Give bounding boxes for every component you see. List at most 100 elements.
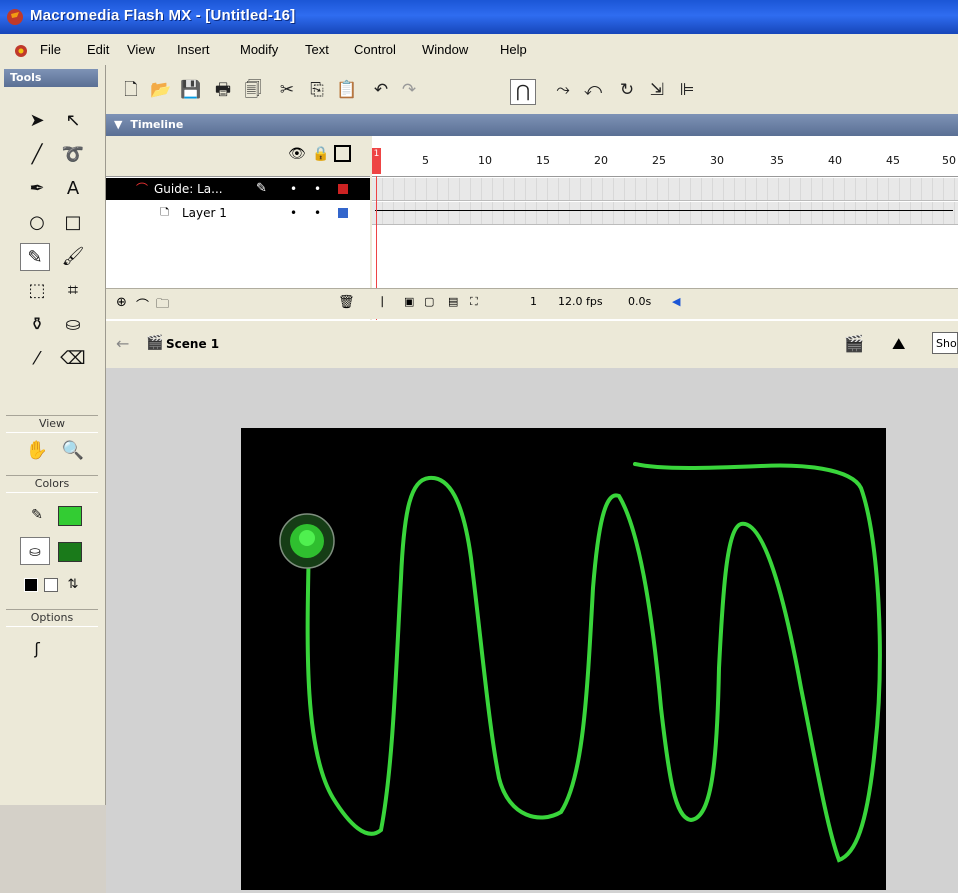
lock-dot[interactable]: •	[314, 178, 321, 200]
zoom-dropdown[interactable]: Sho	[932, 332, 958, 354]
print-preview-icon[interactable]: 🗐	[240, 77, 266, 103]
line-tool-icon[interactable]: ╱	[22, 141, 52, 169]
view-section-label: View	[6, 415, 98, 433]
title-bar: Macromedia Flash MX - [Untitled-16]	[0, 0, 958, 34]
ink-bottle-tool-icon[interactable]: ⚱	[22, 311, 52, 339]
timeline-header[interactable]: ▼ Timeline	[106, 114, 958, 136]
free-transform-tool-icon[interactable]: ⬚	[22, 277, 52, 305]
stage[interactable]	[241, 428, 886, 890]
normal-layer-icon: 🗅	[160, 205, 170, 220]
black-white-icon[interactable]	[24, 578, 38, 592]
back-arrow-icon[interactable]: ←	[116, 334, 129, 353]
fill-transform-tool-icon[interactable]: ⌗	[58, 277, 88, 305]
guide-path	[305, 462, 882, 863]
document-menu-icon[interactable]	[14, 44, 28, 58]
add-layer-icon[interactable]: ⊕	[116, 295, 127, 310]
fill-color-swatch[interactable]	[58, 542, 82, 562]
pencil-mode-icon[interactable]: ʃ	[22, 635, 52, 663]
no-color-icon[interactable]	[44, 578, 58, 592]
layer-color-box[interactable]	[338, 184, 348, 194]
frame-row-guide[interactable]	[372, 178, 958, 201]
scene-bar: ← 🎬 Scene 1 🎬 ⛰ Sho	[106, 320, 958, 369]
paint-bucket-tool-icon[interactable]: ⛀	[58, 311, 88, 339]
stroke-color-swatch[interactable]	[58, 506, 82, 526]
oval-tool-icon[interactable]: ○	[22, 209, 52, 237]
lock-icon[interactable]: 🔒	[312, 146, 329, 162]
add-guide-icon[interactable]: ⌒	[136, 295, 149, 314]
visible-dot[interactable]: •	[290, 202, 297, 224]
frame-row-layer1[interactable]	[372, 202, 958, 225]
rectangle-tool-icon[interactable]: □	[58, 209, 88, 237]
smooth-icon[interactable]: ⤳	[550, 77, 576, 103]
menu-bar: File Edit View Insert Modify Text Contro…	[0, 34, 958, 66]
menu-modify[interactable]: Modify	[240, 42, 278, 57]
scroll-left-icon[interactable]: ◀	[672, 295, 680, 308]
eyedropper-tool-icon[interactable]: ⁄	[22, 345, 52, 373]
outline-icon[interactable]	[334, 145, 351, 162]
pencil-tool-icon[interactable]: ✎	[20, 243, 50, 271]
lasso-tool-icon[interactable]: ➰	[58, 141, 88, 169]
modify-markers-icon[interactable]: ⛶	[470, 295, 478, 309]
onion-skin-icon[interactable]: ▣	[404, 295, 414, 308]
layer-row-1[interactable]: 🗅 Layer 1 • •	[106, 202, 370, 224]
trash-icon[interactable]: 🗑	[338, 295, 355, 310]
save-icon[interactable]: 💾	[178, 77, 204, 103]
swap-colors-icon[interactable]: ⇅	[58, 571, 88, 599]
pen-tool-icon[interactable]: ✒	[22, 175, 52, 203]
subselect-tool-icon[interactable]: ↖	[58, 107, 88, 135]
layer-name: Guide: La...	[154, 182, 223, 196]
menu-window[interactable]: Window	[422, 42, 468, 57]
menu-control[interactable]: Control	[354, 42, 396, 57]
frame-rate: 12.0 fps	[558, 295, 603, 308]
frame-ruler[interactable]: 1 5 10 15 20 25 30 35 40 45 50	[372, 136, 958, 177]
guide-path-drawing	[279, 462, 882, 863]
layer-row-guide[interactable]: ⌒ Guide: La... ✎ • •	[106, 178, 370, 200]
menu-view[interactable]: View	[127, 42, 155, 57]
layer-color-box[interactable]	[338, 208, 348, 218]
flash-app-icon	[7, 9, 23, 25]
ruler-tick: 30	[710, 154, 724, 167]
new-file-icon[interactable]: 🗋	[118, 77, 144, 103]
print-icon[interactable]: 🖶	[210, 77, 236, 103]
edit-multiple-icon[interactable]: ▤	[448, 295, 458, 308]
elapsed-time: 0.0s	[628, 295, 652, 308]
ball-highlight	[299, 530, 315, 546]
redo-icon[interactable]: ↷	[396, 77, 422, 103]
snap-magnet-icon[interactable]: ⋂	[510, 79, 536, 105]
align-icon[interactable]: ⊫	[674, 77, 700, 103]
eye-icon[interactable]: 👁	[288, 146, 306, 162]
paste-icon[interactable]: 📋	[334, 77, 360, 103]
menu-file[interactable]: File	[40, 42, 61, 57]
arrow-tool-icon[interactable]: ➤	[22, 107, 52, 135]
open-file-icon[interactable]: 📂	[148, 77, 174, 103]
straighten-icon[interactable]: ⤺	[580, 77, 606, 103]
text-tool-icon[interactable]: A	[58, 175, 88, 203]
playhead[interactable]: 1	[372, 148, 381, 174]
onion-outline-icon[interactable]: ▢	[424, 295, 434, 308]
menu-insert[interactable]: Insert	[177, 42, 210, 57]
layer-header: 👁 🔒	[106, 136, 370, 177]
edit-symbol-icon[interactable]: ⛰	[892, 334, 905, 354]
undo-icon[interactable]: ↶	[368, 77, 394, 103]
fill-color-icon: ⛀	[20, 537, 50, 565]
zoom-tool-icon[interactable]: 🔍	[58, 437, 88, 465]
visible-dot[interactable]: •	[290, 178, 297, 200]
cut-icon[interactable]: ✂	[274, 77, 300, 103]
colors-section-label: Colors	[6, 475, 98, 493]
rotate-icon[interactable]: ↻	[614, 77, 640, 103]
center-frame-icon[interactable]: ⎸	[382, 295, 393, 309]
brush-tool-icon[interactable]: 🖌	[58, 243, 88, 271]
add-folder-icon[interactable]: 🗀	[156, 295, 169, 317]
menu-edit[interactable]: Edit	[87, 42, 109, 57]
edit-scene-icon[interactable]: 🎬	[844, 334, 864, 353]
tools-panel: Tools ➤ ↖ ╱ ➰ ✒ A ○ □ ✎ 🖌 ⬚ ⌗ ⚱ ⛀ ⁄ ⌫ Vi…	[0, 65, 106, 805]
scale-icon[interactable]: ⇲	[644, 77, 670, 103]
copy-icon[interactable]: ⎘	[304, 77, 330, 103]
options-section-label: Options	[6, 609, 98, 627]
hand-tool-icon[interactable]: ✋	[22, 437, 52, 465]
lock-dot[interactable]: •	[314, 202, 321, 224]
menu-help[interactable]: Help	[500, 42, 527, 57]
stroke-color-icon: ✎	[31, 507, 43, 523]
menu-text[interactable]: Text	[305, 42, 329, 57]
eraser-tool-icon[interactable]: ⌫	[58, 345, 88, 373]
